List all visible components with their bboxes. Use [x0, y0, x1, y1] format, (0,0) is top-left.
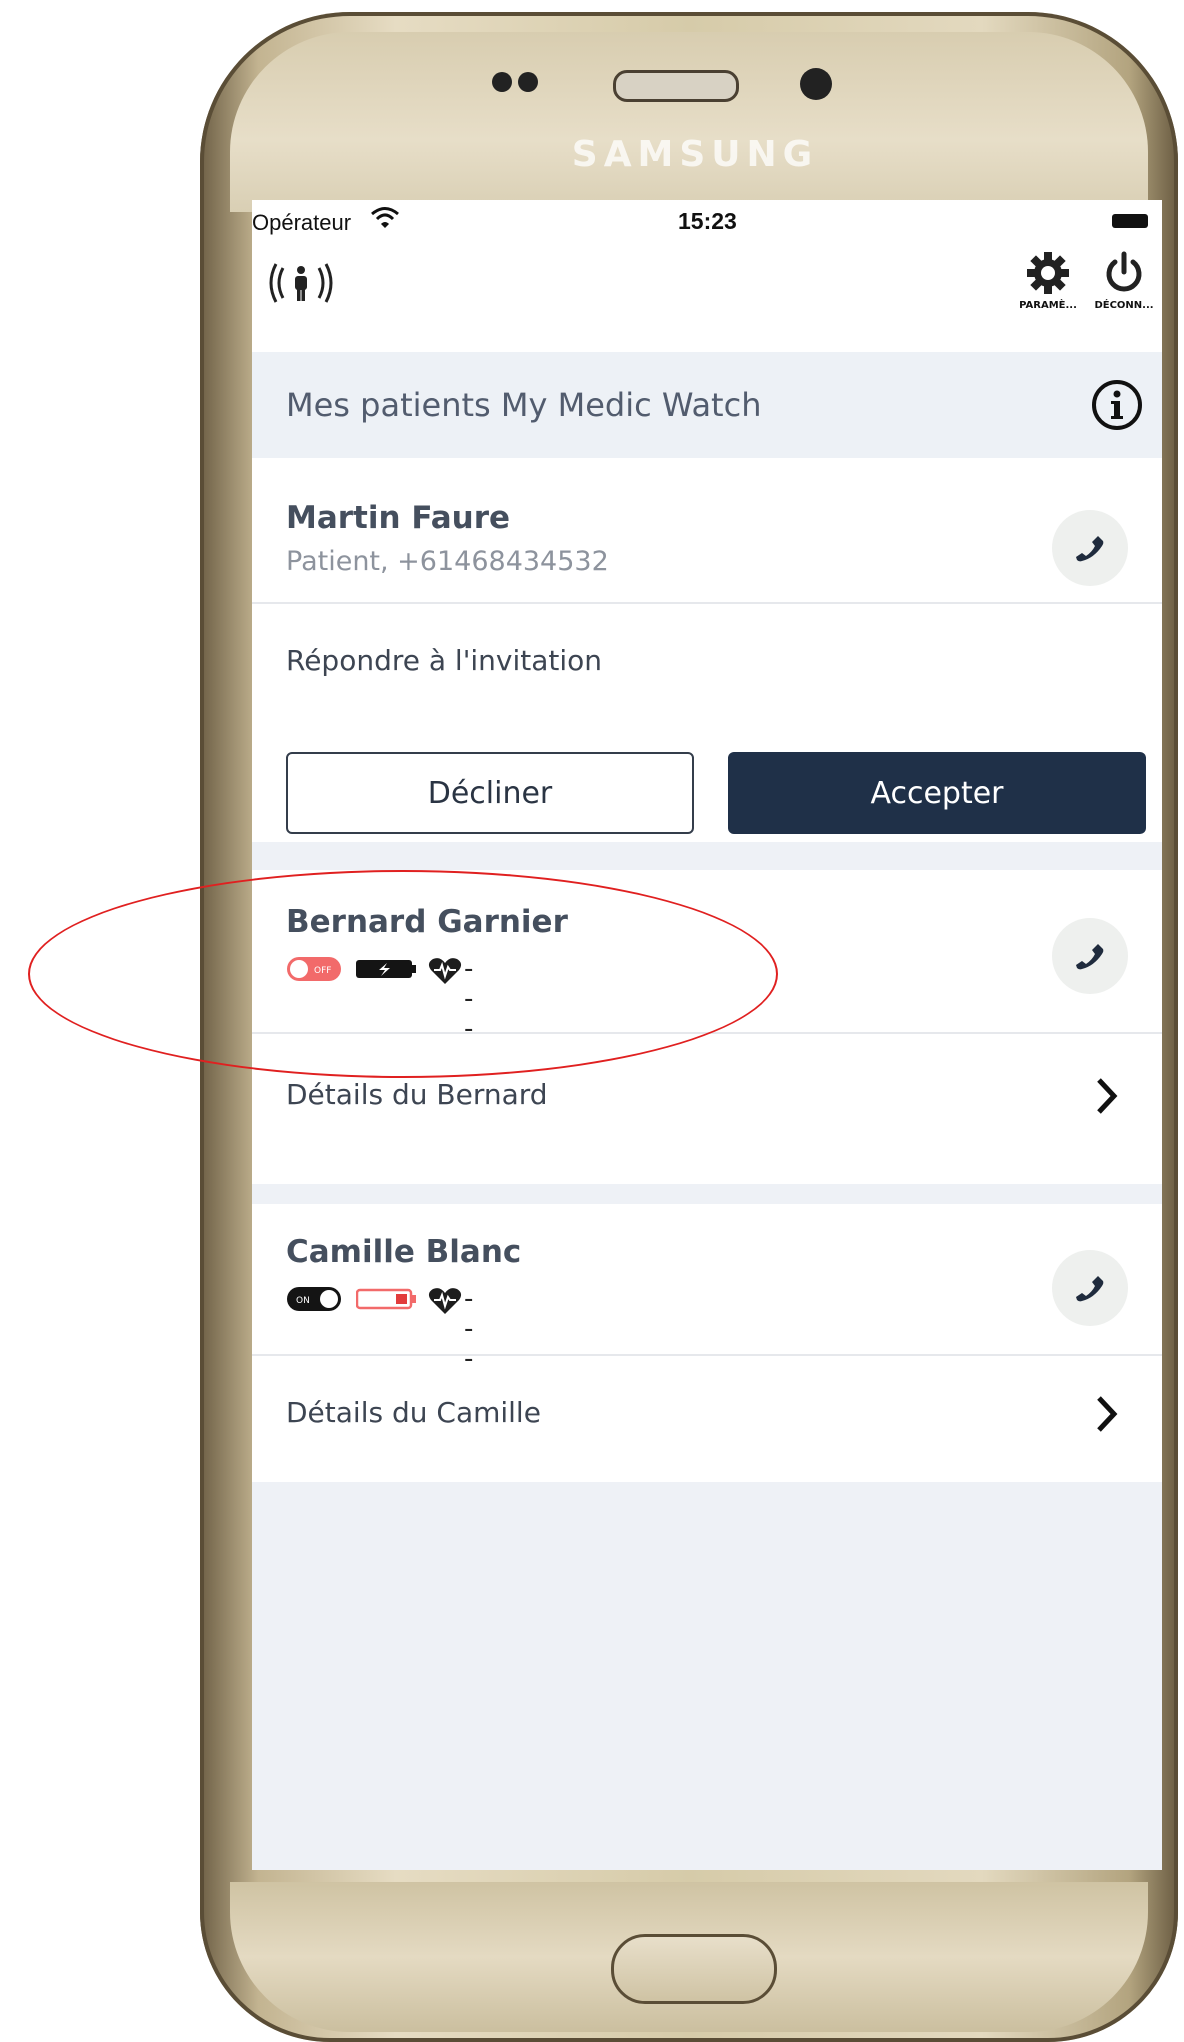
- person-broadcast-logo-icon: [269, 263, 333, 303]
- patient-name: Martin Faure: [286, 500, 511, 536]
- details-label: Détails du Camille: [286, 1396, 541, 1429]
- battery-charging-icon: [356, 960, 416, 978]
- wifi-icon: [371, 207, 399, 228]
- phone-top-bezel: [230, 32, 1148, 212]
- switch-label: ON: [296, 1296, 310, 1306]
- switch-label: OFF: [314, 966, 331, 976]
- section-title: Mes patients My Medic Watch: [286, 386, 762, 424]
- home-button[interactable]: [611, 1934, 777, 2004]
- battery-low-icon: [356, 1288, 416, 1310]
- call-button[interactable]: [1052, 510, 1128, 586]
- phone-icon: [1076, 1276, 1104, 1302]
- gear-icon: [1027, 252, 1069, 294]
- patient-card: Bernard Garnier OFF --- Détails du Berna…: [252, 870, 1162, 1184]
- battery-icon: [1112, 214, 1148, 228]
- call-button[interactable]: [1052, 918, 1128, 994]
- info-icon[interactable]: [1090, 378, 1144, 432]
- patient-details-link[interactable]: Détails du Bernard: [252, 1034, 1162, 1184]
- earpiece-speaker: [613, 70, 739, 102]
- settings-button[interactable]: PARAMÈ...: [1016, 250, 1080, 311]
- logout-label: DÉCONN...: [1094, 300, 1154, 311]
- section-header: Mes patients My Medic Watch: [252, 352, 1162, 458]
- patient-name: Bernard Garnier: [286, 904, 568, 940]
- app-screen: Opérateur 15:23 PARAMÈ... DÉCONN... Mes …: [252, 200, 1162, 1870]
- decline-button[interactable]: Décliner: [286, 752, 694, 834]
- details-label: Détails du Bernard: [286, 1078, 548, 1111]
- heart-rate-value: ---: [464, 954, 475, 1044]
- proximity-sensor-right: [518, 72, 538, 92]
- status-bar: Opérateur 15:23: [252, 200, 1162, 240]
- phone-icon: [1076, 536, 1104, 562]
- divider: [252, 602, 1162, 604]
- watch-off-toggle-icon: OFF: [287, 957, 341, 981]
- heart-rate-icon: [428, 1288, 462, 1314]
- phone-icon: [1076, 944, 1104, 970]
- chevron-right-icon: [1097, 1396, 1118, 1432]
- settings-label: PARAMÈ...: [1019, 300, 1077, 311]
- chevron-right-icon: [1097, 1078, 1118, 1114]
- patient-details-link[interactable]: Détails du Camille: [252, 1356, 1162, 1482]
- watch-on-toggle-icon: ON: [287, 1287, 341, 1311]
- patient-card-invitation: Martin Faure Patient, +61468434532 Répon…: [252, 458, 1162, 842]
- patient-name: Camille Blanc: [286, 1234, 522, 1270]
- heart-rate-icon: [428, 958, 462, 984]
- patient-card: Camille Blanc ON --- Détails du Camille: [252, 1204, 1162, 1482]
- status-time: 15:23: [678, 208, 737, 234]
- app-bar: PARAMÈ... DÉCONN...: [252, 240, 1162, 352]
- logout-button[interactable]: DÉCONN...: [1092, 250, 1156, 311]
- front-camera: [800, 68, 832, 100]
- accept-button[interactable]: Accepter: [728, 752, 1146, 834]
- invitation-prompt: Répondre à l'invitation: [286, 644, 603, 677]
- carrier-name: Opérateur: [252, 210, 352, 235]
- proximity-sensor-left: [492, 72, 512, 92]
- patient-subtitle: Patient, +61468434532: [286, 546, 609, 577]
- device-brand: SAMSUNG: [571, 134, 819, 175]
- call-button[interactable]: [1052, 1250, 1128, 1326]
- power-icon: [1106, 251, 1142, 292]
